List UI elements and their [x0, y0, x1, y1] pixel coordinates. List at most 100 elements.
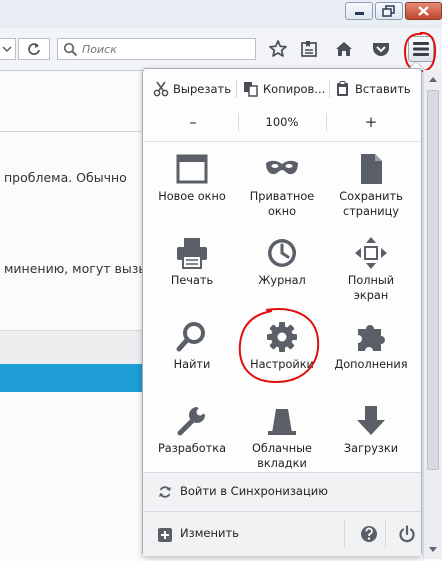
window-icon — [176, 154, 208, 184]
item-label: Дополнения — [334, 358, 408, 371]
chevron-down-icon — [2, 46, 12, 52]
footer-separator — [344, 520, 345, 548]
mask-icon — [266, 160, 298, 175]
zoom-separator — [326, 113, 327, 131]
addons-button[interactable]: Дополнения — [329, 319, 413, 399]
page-text-line: проблема. Обычно — [4, 170, 127, 185]
open-menu-button[interactable] — [408, 36, 434, 62]
sync-signin-button[interactable]: Войти в Синхронизацию — [143, 472, 421, 511]
print-button[interactable]: Печать — [150, 235, 234, 315]
navigation-toolbar — [0, 28, 442, 71]
item-label: Настройки — [250, 358, 314, 371]
item-label: Сохранить страницу — [339, 190, 403, 218]
scrollbar-thumb[interactable] — [427, 90, 439, 470]
main-menu-panel: Вырезать Копиров... Вставить – 100% + Но… — [142, 68, 422, 556]
synced-tabs-button[interactable]: Облачные вкладки — [240, 403, 324, 483]
wrench-icon — [177, 407, 205, 436]
fullscreen-icon — [355, 237, 387, 269]
bookmarks-menu-icon — [301, 41, 317, 57]
gear-icon — [267, 322, 297, 352]
bookmark-star-button[interactable] — [267, 38, 289, 60]
pocket-button[interactable] — [370, 38, 392, 60]
help-icon — [361, 526, 377, 542]
copy-icon — [244, 82, 258, 97]
zoom-out-button[interactable]: – — [163, 111, 223, 133]
home-button[interactable] — [333, 38, 355, 60]
item-label: Облачные вкладки — [252, 442, 312, 470]
search-box[interactable] — [57, 38, 256, 60]
home-icon — [336, 42, 352, 56]
search-input[interactable] — [82, 40, 250, 58]
power-icon — [399, 525, 415, 543]
copy-label: Копиров... — [263, 82, 325, 96]
page-blue-band — [0, 364, 150, 392]
cut-button[interactable]: Вырезать — [153, 77, 231, 101]
item-label: Журнал — [258, 274, 306, 287]
zoom-separator — [238, 113, 239, 131]
item-label: Приватное окно — [249, 190, 315, 218]
find-button[interactable]: Найти — [150, 319, 234, 399]
settings-button[interactable]: Настройки — [240, 319, 324, 399]
scroll-up-arrow-icon[interactable] — [428, 75, 438, 83]
panel-separator — [143, 141, 421, 142]
item-label: Загрузки — [343, 442, 399, 455]
minimize-icon — [355, 12, 364, 15]
copy-button[interactable]: Копиров... — [243, 77, 325, 101]
item-label: Новое окно — [158, 190, 226, 203]
item-label: Найти — [173, 358, 211, 371]
minimize-button[interactable] — [345, 2, 373, 20]
cut-label: Вырезать — [173, 82, 231, 96]
download-arrow-icon — [357, 406, 385, 435]
url-dropdown-button[interactable] — [0, 38, 16, 60]
zoom-controls: – 100% + — [143, 111, 421, 133]
save-page-button[interactable]: Сохранить страницу — [329, 151, 413, 231]
star-icon — [269, 40, 287, 57]
item-label: Печать — [170, 274, 214, 287]
edit-controls: Вырезать Копиров... Вставить — [143, 77, 421, 101]
clock-icon — [268, 239, 296, 267]
footer-separator — [385, 520, 386, 548]
paste-label: Вставить — [355, 82, 411, 96]
puzzle-icon — [358, 325, 385, 351]
sync-label: Войти в Синхронизацию — [180, 484, 328, 498]
help-button[interactable] — [359, 524, 379, 544]
history-button[interactable]: Журнал — [240, 235, 324, 315]
page-text-line: минению, могут вызыв — [4, 261, 156, 276]
vertical-scrollbar[interactable] — [423, 70, 442, 559]
scroll-down-arrow-icon[interactable] — [428, 546, 438, 554]
downloads-button[interactable]: Загрузки — [329, 403, 413, 483]
page-gray-band — [0, 330, 150, 365]
paste-button[interactable]: Вставить — [335, 77, 419, 101]
close-icon — [418, 6, 429, 16]
fullscreen-button[interactable]: Полный экран — [329, 235, 413, 315]
zoom-in-button[interactable]: + — [341, 111, 401, 133]
restore-button[interactable] — [375, 2, 403, 20]
zoom-reset-button[interactable]: 100% — [243, 111, 321, 133]
item-label: Разработка — [157, 442, 227, 455]
panel-footer: Изменить — [143, 511, 421, 556]
restore-icon — [382, 5, 395, 17]
search-icon — [63, 42, 78, 57]
page-divider — [0, 131, 150, 132]
magnifier-icon — [176, 322, 205, 352]
close-window-button[interactable] — [405, 2, 442, 20]
scissors-icon — [153, 81, 169, 97]
hamburger-menu-icon — [413, 42, 429, 56]
customize-button[interactable]: Изменить — [143, 512, 343, 556]
quit-button[interactable] — [397, 524, 417, 544]
customize-label: Изменить — [180, 526, 239, 540]
edit-separator — [236, 80, 237, 98]
window-titlebar — [0, 0, 442, 29]
reload-button[interactable] — [18, 38, 50, 60]
page-icon — [361, 154, 382, 184]
bookmarks-list-button[interactable] — [298, 38, 320, 60]
clipboard-icon — [337, 81, 348, 96]
private-window-button[interactable]: Приватное окно — [240, 151, 324, 231]
item-label: Полный экран — [347, 274, 395, 302]
printer-icon — [177, 238, 207, 269]
new-window-button[interactable]: Новое окно — [150, 151, 234, 231]
developer-button[interactable]: Разработка — [150, 403, 234, 483]
pocket-icon — [373, 43, 389, 56]
reload-icon — [28, 43, 40, 55]
cloud-tabs-icon — [268, 409, 296, 435]
